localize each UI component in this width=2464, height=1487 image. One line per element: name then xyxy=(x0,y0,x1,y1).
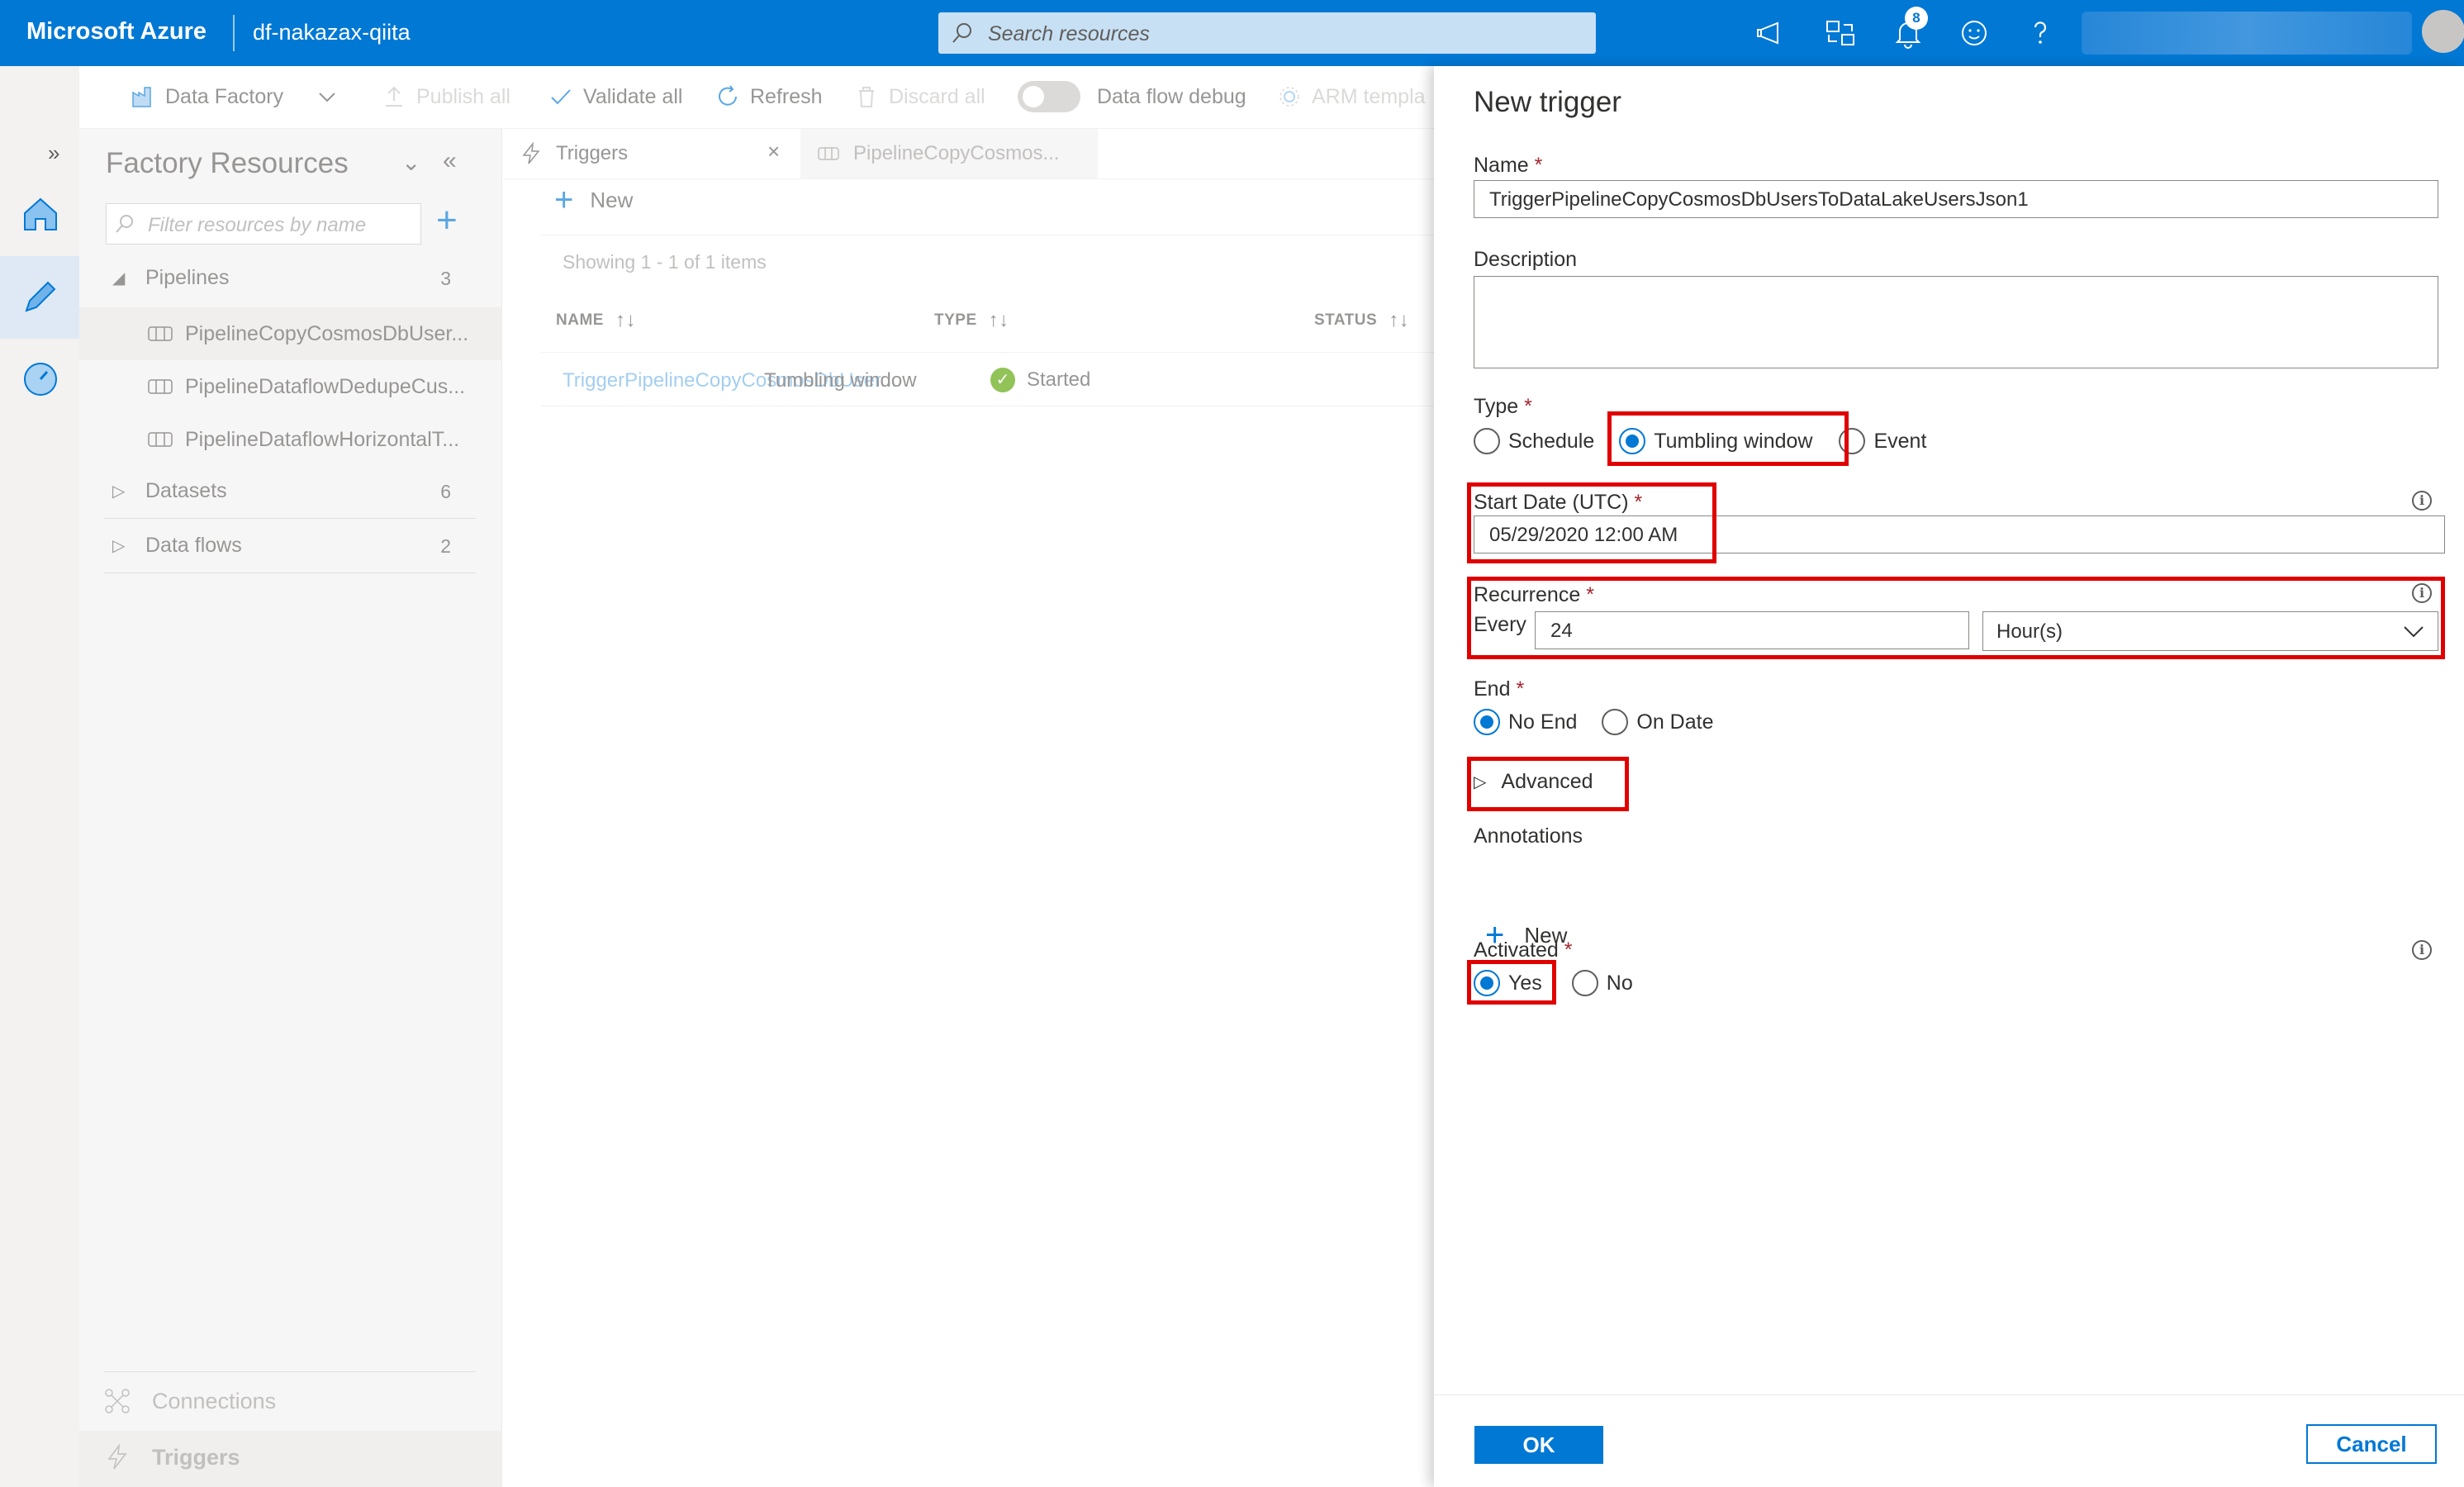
rail-home[interactable] xyxy=(0,173,79,256)
notification-badge: 8 xyxy=(1905,7,1928,30)
required-marker: * xyxy=(1516,677,1525,701)
monitor-gauge-icon xyxy=(24,363,57,396)
name-input[interactable]: TriggerPipelineCopyCosmosDbUsersToDataLa… xyxy=(1474,180,2438,218)
name-label-text: Name xyxy=(1474,154,1529,177)
ok-button[interactable]: OK xyxy=(1474,1426,1603,1464)
description-label: Description xyxy=(1474,248,1578,271)
modal-backdrop xyxy=(79,66,1434,1487)
rail-monitor[interactable] xyxy=(0,339,79,421)
factory-name[interactable]: df-nakazax-qiita xyxy=(253,20,411,45)
left-rail: » xyxy=(0,66,79,1487)
activated-option-no[interactable]: No xyxy=(1571,970,1633,996)
search-icon xyxy=(952,23,971,43)
required-marker: * xyxy=(1534,154,1543,177)
top-bar: Microsoft Azure df-nakazax-qiita Search … xyxy=(0,0,2464,66)
brand-separator xyxy=(233,15,235,51)
annotations-label: Annotations xyxy=(1474,824,1583,848)
activated-label-text: Activated xyxy=(1474,938,1559,962)
highlight-box xyxy=(1467,960,1556,1005)
rail-author[interactable] xyxy=(0,256,79,339)
required-marker: * xyxy=(1564,938,1573,962)
new-trigger-panel: New trigger Name * TriggerPipelineCopyCo… xyxy=(1434,66,2464,1487)
radio-label: No End xyxy=(1508,710,1578,734)
footer-divider xyxy=(1434,1394,2464,1395)
end-radio-group: No End On Date xyxy=(1474,705,1714,739)
cancel-button[interactable]: Cancel xyxy=(2306,1424,2437,1464)
end-label-text: End xyxy=(1474,677,1511,701)
radio-button-selected[interactable] xyxy=(1474,709,1500,735)
search-box[interactable]: Search resources xyxy=(938,12,1596,54)
pencil-icon xyxy=(25,281,56,312)
radio-button[interactable] xyxy=(1474,428,1500,454)
type-option-event[interactable]: Event xyxy=(1839,428,1926,454)
end-option-no-end[interactable]: No End xyxy=(1474,709,1577,735)
smiley-icon[interactable] xyxy=(1956,15,1992,51)
radio-label: On Date xyxy=(1636,710,1714,734)
description-textarea[interactable] xyxy=(1474,276,2438,368)
type-option-schedule[interactable]: Schedule xyxy=(1474,428,1594,454)
end-label: End * xyxy=(1474,677,1524,701)
home-icon xyxy=(24,197,57,230)
highlight-box xyxy=(1467,482,1716,563)
avatar[interactable] xyxy=(2422,10,2464,53)
highlight-box xyxy=(1467,757,1629,811)
end-option-on-date[interactable]: On Date xyxy=(1602,709,1714,735)
directory-switch-icon[interactable] xyxy=(1822,15,1859,51)
account-info[interactable] xyxy=(2082,12,2412,55)
expand-rail-icon[interactable]: » xyxy=(48,140,59,166)
search-placeholder: Search resources xyxy=(988,22,1150,45)
highlight-box xyxy=(1467,577,2445,659)
name-label: Name * xyxy=(1474,154,1542,178)
type-label: Type * xyxy=(1474,395,1532,419)
panel-title: New trigger xyxy=(1474,86,1621,118)
radio-label: Event xyxy=(1873,429,1927,453)
radio-button[interactable] xyxy=(1571,970,1598,996)
radio-label: Schedule xyxy=(1508,429,1595,453)
activated-label: Activated * xyxy=(1474,938,1573,962)
radio-label: No xyxy=(1606,971,1633,995)
help-icon[interactable] xyxy=(2022,15,2058,51)
info-icon[interactable]: i xyxy=(2412,940,2432,960)
info-icon[interactable]: i xyxy=(2412,491,2432,511)
highlight-box xyxy=(1607,411,1849,466)
radio-button[interactable] xyxy=(1602,709,1629,735)
type-label-text: Type xyxy=(1474,395,1519,418)
brand-title[interactable]: Microsoft Azure xyxy=(26,18,207,45)
megaphone-icon[interactable] xyxy=(1754,15,1791,51)
required-marker: * xyxy=(1524,395,1532,418)
